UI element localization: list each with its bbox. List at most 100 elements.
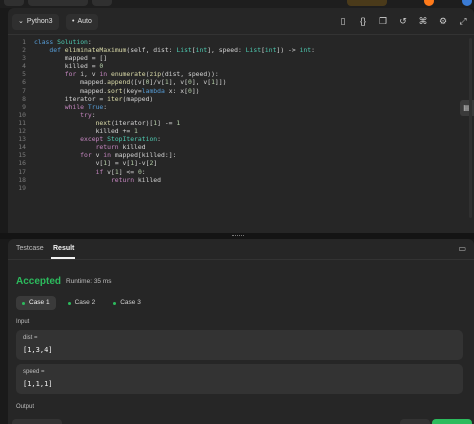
result-tabs: Testcase Result ▭ xyxy=(8,239,474,260)
chevron-down-icon: ⌄ xyxy=(18,18,24,25)
next-button[interactable] xyxy=(92,0,112,6)
code-text: for v in mapped[killed:]: xyxy=(80,151,177,160)
code-text: return killed xyxy=(95,143,146,152)
input-name: speed = xyxy=(23,369,45,375)
line-number: 10 xyxy=(18,110,26,119)
collapse-panel-icon[interactable]: ▭ xyxy=(458,244,466,253)
code-line[interactable]: 5 for i, v in enumerate(zip(dist, speed)… xyxy=(8,70,474,78)
case-tab-label: Case 1 xyxy=(29,299,50,306)
settings-icon[interactable]: ⚙ xyxy=(438,15,448,27)
case-tabs: Case 1 Case 2 Case 3 xyxy=(16,296,147,310)
code-text: class Solution: xyxy=(34,38,92,46)
tab-testcase[interactable]: Testcase xyxy=(16,243,44,255)
code-line[interactable]: 2 def eliminateMaximum(self, dist: List[… xyxy=(8,46,474,54)
bookmark-icon[interactable]: ▯ xyxy=(338,15,348,27)
editor-scrollbar[interactable] xyxy=(469,38,472,218)
input-value: [1,3,4] xyxy=(23,346,53,354)
code-line[interactable]: 8 iterator = iter(mapped) xyxy=(8,95,474,103)
code-line[interactable]: 12 killed += 1 xyxy=(8,127,474,135)
code-line[interactable]: 9 while True: xyxy=(8,103,474,111)
code-line[interactable]: 1 class Solution: xyxy=(8,38,474,46)
case-tab-1[interactable]: Case 1 xyxy=(16,296,56,310)
output-label: Output xyxy=(16,404,35,410)
code-text: while True: xyxy=(64,102,108,111)
command-icon[interactable]: ⌘ xyxy=(418,15,428,27)
input-value: [1,1,1] xyxy=(23,380,53,388)
problem-list-button[interactable] xyxy=(4,0,24,6)
code-text: iterator = iter(mapped) xyxy=(64,94,154,103)
code-text: killed += 1 xyxy=(95,127,138,136)
code-line[interactable]: 19 xyxy=(8,184,474,192)
top-navigation-bar xyxy=(0,0,474,8)
code-text: for i, v in enumerate(zip(dist, speed)): xyxy=(64,70,219,79)
input-speed-box: speed = [1,1,1] xyxy=(16,364,463,394)
case-status-dot xyxy=(22,301,25,305)
code-text: mapped.sort(key=lambda x: x[0]) xyxy=(80,86,200,95)
code-text: except StopIteration: xyxy=(80,135,162,144)
code-text: mapped = [] xyxy=(64,54,108,63)
case-tab-2[interactable]: Case 2 xyxy=(62,296,102,310)
code-text: def eliminateMaximum(self, dist: List[in… xyxy=(49,46,315,55)
premium-button[interactable] xyxy=(347,0,387,6)
code-line[interactable]: 13 except StopIteration: xyxy=(8,135,474,143)
code-line[interactable]: 3 mapped = [] xyxy=(8,54,474,62)
line-number: 13 xyxy=(18,135,26,144)
active-tab-indicator xyxy=(51,257,75,259)
case-tab-label: Case 3 xyxy=(120,299,141,306)
line-number: 5 xyxy=(22,70,26,79)
line-number: 4 xyxy=(22,62,26,71)
line-number: 3 xyxy=(22,54,26,63)
code-line[interactable]: 16 v[1] = v[1]-v[2] xyxy=(8,159,474,167)
code-line[interactable]: 17 if v[1] <= 0: xyxy=(8,168,474,176)
code-line[interactable]: 7 mapped.sort(key=lambda x: x[0]) xyxy=(8,87,474,95)
code-content[interactable]: 1 class Solution: 2 def eliminateMaximum(s… xyxy=(8,38,474,192)
line-number: 18 xyxy=(18,175,26,184)
code-text: next(iterator)[1] -= 1 xyxy=(95,118,181,127)
line-number: 14 xyxy=(18,143,26,152)
input-label: Input xyxy=(16,319,30,325)
code-line[interactable]: 18 return killed xyxy=(8,176,474,184)
case-status-dot xyxy=(113,301,117,305)
premium-list-button[interactable] xyxy=(28,0,88,6)
line-number: 7 xyxy=(22,86,26,95)
code-line[interactable]: 10 try: xyxy=(8,111,474,119)
code-text: if v[1] <= 0: xyxy=(95,167,146,176)
case-status-dot xyxy=(67,301,71,305)
code-line[interactable]: 15 for v in mapped[killed:]: xyxy=(8,151,474,159)
language-label: Python3 xyxy=(26,18,53,25)
line-number: 19 xyxy=(18,183,26,192)
code-line[interactable]: 4 killed = 0 xyxy=(8,62,474,70)
code-text: try: xyxy=(80,110,96,119)
fullscreen-icon[interactable]: ⤢ xyxy=(458,15,468,27)
line-number: 15 xyxy=(18,151,26,160)
resize-grip-icon xyxy=(232,235,244,238)
autocomplete-toggle[interactable]: • Auto xyxy=(66,14,98,30)
input-name: dist = xyxy=(23,335,38,341)
case-tab-3[interactable]: Case 3 xyxy=(107,296,147,310)
autocomplete-label: Auto xyxy=(77,18,92,25)
language-select[interactable]: ⌄ Python3 xyxy=(12,14,59,30)
avatar[interactable] xyxy=(462,0,472,6)
braces-icon[interactable]: {} xyxy=(358,15,368,27)
reset-icon[interactable]: ↺ xyxy=(398,15,408,27)
code-line[interactable]: 6 mapped.append([v[0]/v[1], v[0], v[1]]) xyxy=(8,78,474,86)
input-dist-box: dist = [1,3,4] xyxy=(16,330,463,360)
tab-result[interactable]: Result xyxy=(53,243,74,255)
editor-tool-icons: ▯ {} ❐ ↺ ⌘ ⚙ ⤢ xyxy=(338,15,468,27)
code-editor-panel: ⌄ Python3 • Auto ▯ {} ❐ ↺ ⌘ ⚙ ⤢ 1 class S… xyxy=(8,8,474,233)
run-button[interactable] xyxy=(400,419,430,424)
line-number: 8 xyxy=(22,94,26,103)
code-line[interactable]: 14 return killed xyxy=(8,143,474,151)
code-text: killed = 0 xyxy=(64,62,104,71)
line-number: 9 xyxy=(22,102,26,111)
submit-button[interactable] xyxy=(432,419,472,424)
console-button[interactable] xyxy=(12,419,62,424)
code-text: return killed xyxy=(110,175,161,184)
copy-icon[interactable]: ❐ xyxy=(378,15,388,27)
notification-icon[interactable] xyxy=(424,0,434,6)
line-number: 12 xyxy=(18,127,26,136)
line-number: 17 xyxy=(18,167,26,176)
code-text: mapped.append([v[0]/v[1], v[0], v[1]]) xyxy=(80,78,227,87)
code-line[interactable]: 11 next(iterator)[1] -= 1 xyxy=(8,119,474,127)
line-number: 16 xyxy=(18,159,26,168)
